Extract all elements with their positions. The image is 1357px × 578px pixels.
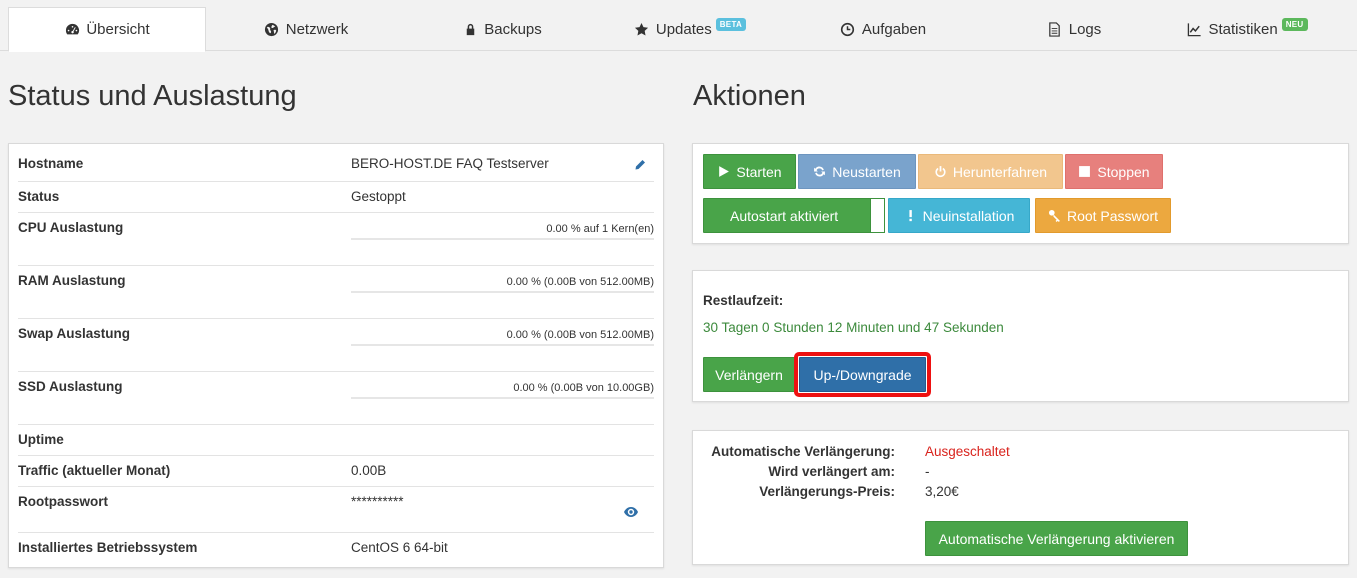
refresh-icon	[813, 165, 826, 178]
swap-value: 0.00 % (0.00B von 512.00MB)	[506, 329, 654, 341]
actions-heading: Aktionen	[693, 80, 806, 112]
divider	[18, 424, 654, 425]
tab-aufgaben[interactable]: Aufgaben	[782, 7, 984, 51]
renewal-panel: Automatische Verlängerung: Ausgeschaltet…	[692, 430, 1349, 565]
cpu-label: CPU Auslastung	[18, 220, 124, 235]
up-downgrade-label: Up-/Downgrade	[813, 366, 912, 383]
restart-button[interactable]: Neustarten	[798, 154, 916, 189]
shutdown-button[interactable]: Herunterfahren	[918, 154, 1063, 189]
renew-date-label: Wird verlängert am:	[768, 464, 895, 479]
runtime-label: Restlaufzeit:	[703, 293, 784, 308]
autostart-label: Autostart aktiviert	[730, 207, 839, 224]
root-password-label: Root Passwort	[1066, 207, 1159, 224]
cpu-value: 0.00 % auf 1 Kern(en)	[546, 223, 654, 235]
root-password-button[interactable]: Root Passwort	[1035, 198, 1171, 233]
divider	[18, 371, 654, 372]
autostart-toggle[interactable]: Autostart aktiviert	[703, 198, 885, 233]
reinstall-button[interactable]: Neuinstallation	[888, 198, 1030, 233]
tab-label: Statistiken	[1208, 20, 1278, 38]
stop-icon	[1078, 165, 1091, 178]
runtime-panel: Restlaufzeit: 30 Tagen 0 Stunden 12 Minu…	[692, 270, 1349, 402]
stop-button[interactable]: Stoppen	[1065, 154, 1163, 189]
hostname-label: Hostname	[18, 156, 84, 171]
swap-usage-bar	[351, 344, 654, 346]
divider	[18, 455, 654, 456]
power-icon	[934, 165, 947, 178]
play-icon	[717, 165, 730, 178]
swap-label: Swap Auslastung	[18, 326, 131, 341]
price-label: Verlängerungs-Preis:	[759, 484, 895, 499]
traffic-label: Traffic (aktueller Monat)	[18, 463, 171, 478]
reinstall-label: Neuinstallation	[922, 207, 1015, 224]
os-label: Installiertes Betriebssystem	[18, 540, 198, 555]
divider	[18, 318, 654, 319]
os-value: CentOS 6 64-bit	[351, 540, 448, 555]
tab-label: Updates	[655, 20, 712, 38]
neu-badge: NEU	[1281, 17, 1308, 31]
ssd-usage-bar	[351, 397, 654, 399]
runtime-value: 30 Tagen 0 Stunden 12 Minuten und 47 Sek…	[703, 320, 1004, 335]
restart-label: Neustarten	[832, 163, 901, 180]
tab-label: Aufgaben	[861, 20, 927, 38]
lock-icon	[462, 21, 478, 37]
price-value: 3,20€	[925, 484, 959, 499]
tab-uebersicht[interactable]: Übersicht	[8, 7, 206, 52]
shutdown-label: Herunterfahren	[952, 163, 1048, 180]
extend-label: Verlängern	[715, 366, 783, 383]
renew-date-value: -	[925, 464, 930, 479]
tab-updates[interactable]: Updates BETA	[598, 7, 782, 51]
status-panel: Hostname BERO-HOST.DE FAQ Testserver Sta…	[8, 143, 664, 568]
rootpw-label: Rootpasswort	[18, 494, 109, 509]
dashboard-icon	[64, 22, 80, 38]
tab-statistiken[interactable]: Statistiken NEU	[1164, 7, 1330, 51]
file-icon	[1047, 21, 1063, 37]
tab-label: Logs	[1068, 20, 1102, 38]
cpu-usage-bar	[351, 238, 654, 240]
ssd-value: 0.00 % (0.00B von 10.00GB)	[513, 382, 654, 394]
rootpw-value: **********	[351, 494, 404, 509]
tab-backups[interactable]: Backups	[406, 7, 598, 51]
exclamation-icon	[904, 209, 917, 222]
hostname-value: BERO-HOST.DE FAQ Testserver	[351, 156, 549, 171]
edit-icon[interactable]	[634, 158, 646, 170]
globe-icon	[264, 21, 280, 37]
activate-auto-renewal-label: Automatische Verlängerung aktivieren	[938, 530, 1175, 547]
up-downgrade-button[interactable]: Up-/Downgrade	[799, 357, 926, 392]
tab-label: Backups	[484, 20, 542, 38]
activate-auto-renewal-button[interactable]: Automatische Verlängerung aktivieren	[925, 521, 1188, 556]
divider	[18, 486, 654, 487]
uptime-label: Uptime	[18, 432, 64, 447]
line-chart-icon	[1187, 21, 1203, 37]
extend-button[interactable]: Verlängern	[703, 357, 795, 392]
star-icon	[634, 21, 650, 37]
actions-panel: Starten Neustarten Herunterfahren Stoppe…	[692, 143, 1349, 244]
stop-label: Stoppen	[1097, 163, 1150, 180]
divider	[18, 212, 654, 213]
traffic-value: 0.00B	[351, 463, 387, 478]
divider	[18, 265, 654, 266]
status-label: Status	[18, 189, 60, 204]
ssd-label: SSD Auslastung	[18, 379, 123, 394]
auto-renewal-value: Ausgeschaltet	[925, 444, 1010, 459]
divider	[18, 181, 654, 182]
beta-badge: BETA	[715, 17, 747, 31]
auto-renewal-label: Automatische Verlängerung:	[711, 444, 895, 459]
tab-label: Netzwerk	[285, 20, 349, 38]
eye-icon[interactable]	[624, 504, 638, 517]
key-icon	[1048, 209, 1061, 222]
toggle-knob	[870, 198, 885, 233]
tab-logs[interactable]: Logs	[984, 7, 1164, 51]
tab-bar: Übersicht Netzwerk Backups Updates BETA …	[0, 0, 1357, 52]
status-value: Gestoppt	[351, 189, 406, 204]
clock-icon	[840, 21, 856, 37]
start-button[interactable]: Starten	[703, 154, 796, 189]
start-label: Starten	[736, 163, 782, 180]
tab-label: Übersicht	[86, 21, 150, 38]
ram-usage-bar	[351, 291, 654, 293]
ram-label: RAM Auslastung	[18, 273, 126, 288]
ram-value: 0.00 % (0.00B von 512.00MB)	[506, 276, 654, 288]
divider	[18, 532, 654, 533]
status-heading: Status und Auslastung	[8, 80, 297, 112]
tab-netzwerk[interactable]: Netzwerk	[206, 7, 406, 51]
